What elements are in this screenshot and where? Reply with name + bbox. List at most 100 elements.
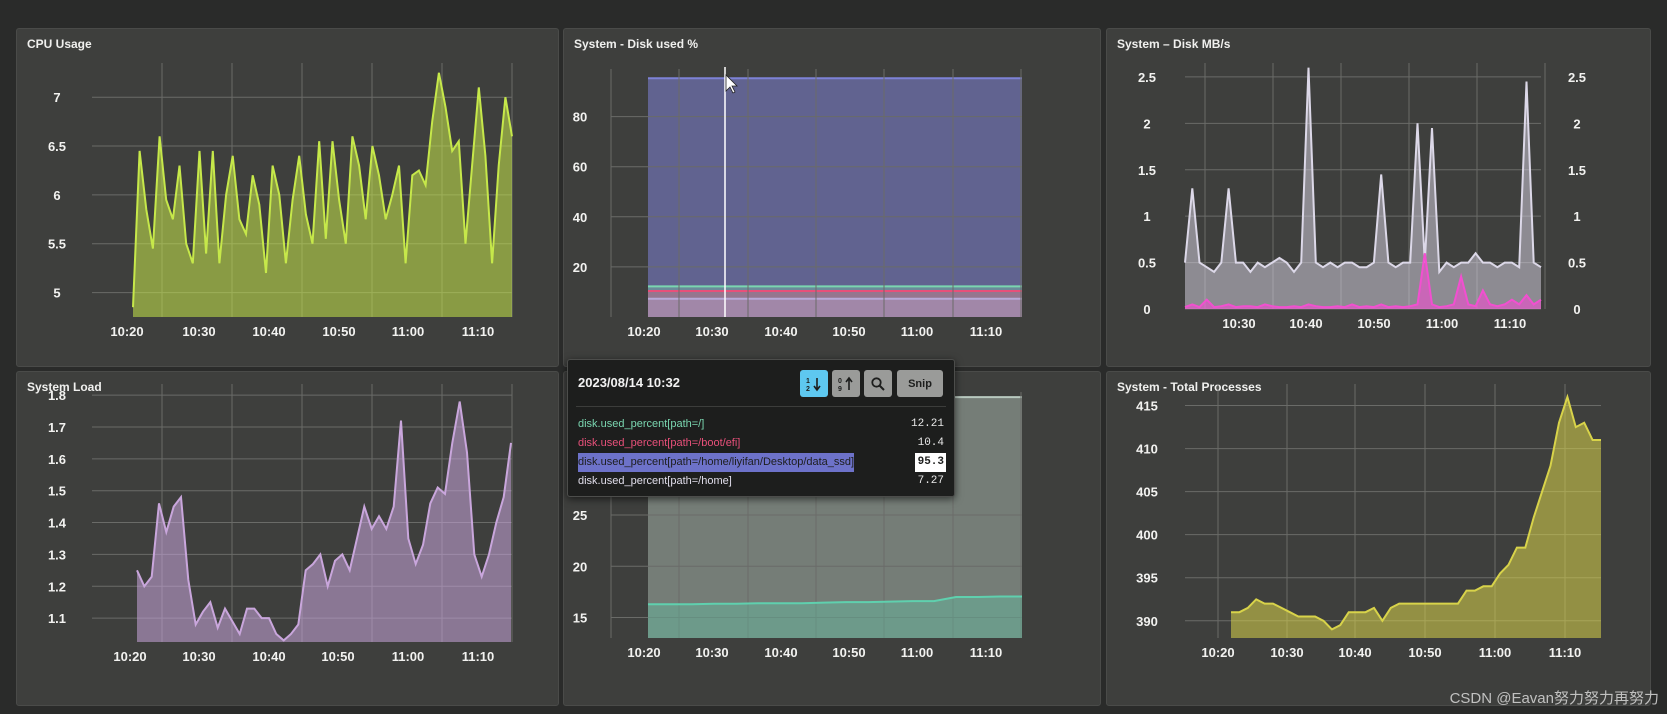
y-tick-label: 0 bbox=[1143, 302, 1150, 317]
disk-used-chart[interactable]: 20 40 60 80 10:20 10:30 10:40 10:50 11:00 11:10 bbox=[564, 29, 1102, 368]
y-tick-label: 2 bbox=[1143, 116, 1150, 131]
x-tick-label: 10:30 bbox=[695, 645, 728, 660]
y-tick-label: 400 bbox=[1136, 528, 1158, 543]
x-tick-label: 10:20 bbox=[113, 649, 146, 664]
x-tick-label: 10:50 bbox=[321, 649, 354, 664]
y-tick-label: 415 bbox=[1136, 399, 1158, 414]
y-tick-label: 1.6 bbox=[48, 452, 66, 467]
disk-series-area bbox=[648, 298, 1022, 317]
x-tick-label: 11:00 bbox=[901, 324, 934, 339]
y-tick-label: 1.4 bbox=[48, 516, 67, 531]
y-tick-label: 410 bbox=[1136, 442, 1158, 457]
x-tick-label: 11:10 bbox=[462, 649, 495, 664]
total-processes-chart[interactable]: 390 395 400 405 410 415 10:20 10:30 10:40 10:50 11… bbox=[1107, 372, 1652, 707]
disk-read-series-area bbox=[1185, 67, 1541, 309]
tooltip-divider bbox=[576, 406, 946, 407]
cpu-usage-chart[interactable]: 5 5.5 6 6.5 7 10:20 10:30 10:40 10:50 11:00 11:10 bbox=[17, 29, 560, 368]
svg-text:9: 9 bbox=[838, 386, 842, 393]
y-tick-label: 2.5 bbox=[1138, 70, 1156, 85]
x-tick-label: 10:40 bbox=[252, 649, 285, 664]
x-tick-label: 10:50 bbox=[322, 324, 355, 339]
x-tick-label: 10:40 bbox=[764, 645, 797, 660]
y-tick-label: 15 bbox=[573, 611, 587, 626]
y-tick-label: 6.5 bbox=[48, 139, 66, 154]
svg-text:1: 1 bbox=[806, 378, 810, 385]
sort-ascending-button[interactable]: 0 9 bbox=[832, 370, 860, 397]
search-button[interactable] bbox=[864, 370, 892, 397]
tooltip-row-value: 12.21 bbox=[910, 418, 944, 430]
disk-mbs-panel[interactable]: System – Disk MB/s 0 0 0.5 0.5 1 1 1.5 1.5 2 2 2.5… bbox=[1106, 28, 1651, 367]
x-tick-label: 10:40 bbox=[252, 324, 285, 339]
y-tick-label: 0.5 bbox=[1138, 256, 1156, 271]
cpu-usage-panel[interactable]: CPU Usage 5 5.5 6 6.5 7 10:20 10:30 10:40 10:50 1… bbox=[16, 28, 559, 367]
x-tick-label: 10:20 bbox=[627, 324, 660, 339]
x-tick-label: 10:40 bbox=[764, 324, 797, 339]
y-tick-label: 1.5 bbox=[1568, 163, 1586, 178]
y-tick-label: 1.1 bbox=[48, 611, 66, 626]
y-tick-label: 2 bbox=[1573, 116, 1580, 131]
x-tick-label: 11:00 bbox=[1426, 316, 1459, 331]
x-tick-label: 11:00 bbox=[392, 649, 425, 664]
x-tick-label: 10:30 bbox=[695, 324, 728, 339]
y-tick-label: 5 bbox=[53, 286, 60, 301]
y-tick-label: 2.5 bbox=[1568, 70, 1586, 85]
x-tick-label: 10:40 bbox=[1338, 645, 1371, 660]
tooltip-row-label: disk.used_percent[path=/] bbox=[578, 418, 705, 430]
magnifier-icon bbox=[871, 376, 885, 391]
x-tick-label: 10:30 bbox=[1222, 316, 1255, 331]
y-tick-label: 1.3 bbox=[48, 547, 66, 562]
snip-button[interactable]: Snip bbox=[897, 370, 943, 397]
tooltip-rows: disk.used_percent[path=/] 12.21 disk.used_… bbox=[578, 415, 946, 491]
watermark-text: CSDN @Eavan努力努力再努力 bbox=[1449, 690, 1659, 707]
tooltip-row-label: disk.used_percent[path=/home/liyifan/Des… bbox=[578, 453, 855, 472]
tooltip-row: disk.used_percent[path=/] 12.21 bbox=[578, 415, 946, 434]
system-load-panel[interactable]: System Load 1.1 1.2 1.3 1.4 1.5 1.6 1.7 1.8 10:2… bbox=[16, 371, 559, 706]
y-tick-label: 60 bbox=[573, 160, 587, 175]
y-tick-label: 6 bbox=[53, 188, 60, 203]
x-tick-label: 10:30 bbox=[182, 649, 215, 664]
y-tick-label: 1 bbox=[1143, 209, 1150, 224]
y-tick-label: 0 bbox=[1573, 302, 1580, 317]
y-tick-label: 7 bbox=[53, 90, 60, 105]
y-tick-label: 20 bbox=[573, 260, 587, 275]
disk-series-area bbox=[648, 78, 1022, 317]
disk-mbs-chart[interactable]: 0 0 0.5 0.5 1 1 1.5 1.5 2 2 2.5 2.5 10:30 10:40 10:50 1… bbox=[1107, 29, 1652, 368]
tooltip-datetime: 2023/08/14 10:32 bbox=[578, 375, 680, 390]
x-tick-label: 11:10 bbox=[970, 324, 1003, 339]
x-tick-label: 10:50 bbox=[832, 645, 865, 660]
y-tick-label: 40 bbox=[573, 210, 587, 225]
tooltip-row-value: 10.4 bbox=[917, 437, 944, 449]
y-tick-label: 0.5 bbox=[1568, 256, 1586, 271]
svg-text:2: 2 bbox=[806, 386, 810, 393]
y-tick-label: 1.8 bbox=[48, 388, 66, 403]
x-tick-label: 10:30 bbox=[182, 324, 215, 339]
tooltip-row-value: 95.3 bbox=[914, 453, 946, 472]
y-tick-label: 1 bbox=[1573, 209, 1580, 224]
x-tick-label: 10:40 bbox=[1289, 316, 1322, 331]
x-tick-label: 11:10 bbox=[1549, 645, 1582, 660]
y-tick-label: 80 bbox=[573, 110, 587, 125]
sort-descending-button[interactable]: 1 2 bbox=[800, 370, 828, 397]
x-tick-label: 10:50 bbox=[832, 324, 865, 339]
y-tick-label: 390 bbox=[1136, 614, 1158, 629]
disk-used-panel[interactable]: System - Disk used % 20 40 60 80 10:20 10:30 1… bbox=[563, 28, 1101, 367]
y-tick-label: 1.2 bbox=[48, 579, 66, 594]
sort-ascending-icon: 0 9 bbox=[838, 376, 853, 393]
x-tick-label: 11:00 bbox=[1479, 645, 1512, 660]
total-processes-panel[interactable]: System - Total Processes 390 395 400 405 410… bbox=[1106, 371, 1651, 706]
x-tick-label: 10:30 bbox=[1270, 645, 1303, 660]
x-tick-label: 10:20 bbox=[1201, 645, 1234, 660]
x-tick-label: 11:10 bbox=[970, 645, 1003, 660]
tooltip-row-label: disk.used_percent[path=/boot/efi] bbox=[578, 437, 741, 449]
tooltip-row: disk.used_percent[path=/home/liyifan/Des… bbox=[578, 453, 946, 472]
x-tick-label: 11:10 bbox=[1494, 316, 1527, 331]
hover-tooltip: 2023/08/14 10:32 1 2 0 9 Snip disk.used_… bbox=[567, 359, 955, 497]
y-tick-label: 25 bbox=[573, 508, 587, 523]
y-tick-label: 405 bbox=[1136, 485, 1158, 500]
y-tick-label: 1.5 bbox=[1138, 163, 1156, 178]
y-tick-label: 5.5 bbox=[48, 237, 66, 252]
y-tick-label: 1.7 bbox=[48, 420, 66, 435]
system-load-chart[interactable]: 1.1 1.2 1.3 1.4 1.5 1.6 1.7 1.8 10:20 10:30 10:40 1… bbox=[17, 372, 560, 707]
y-tick-label: 20 bbox=[573, 559, 587, 574]
tooltip-row: disk.used_percent[path=/boot/efi] 10.4 bbox=[578, 434, 946, 453]
